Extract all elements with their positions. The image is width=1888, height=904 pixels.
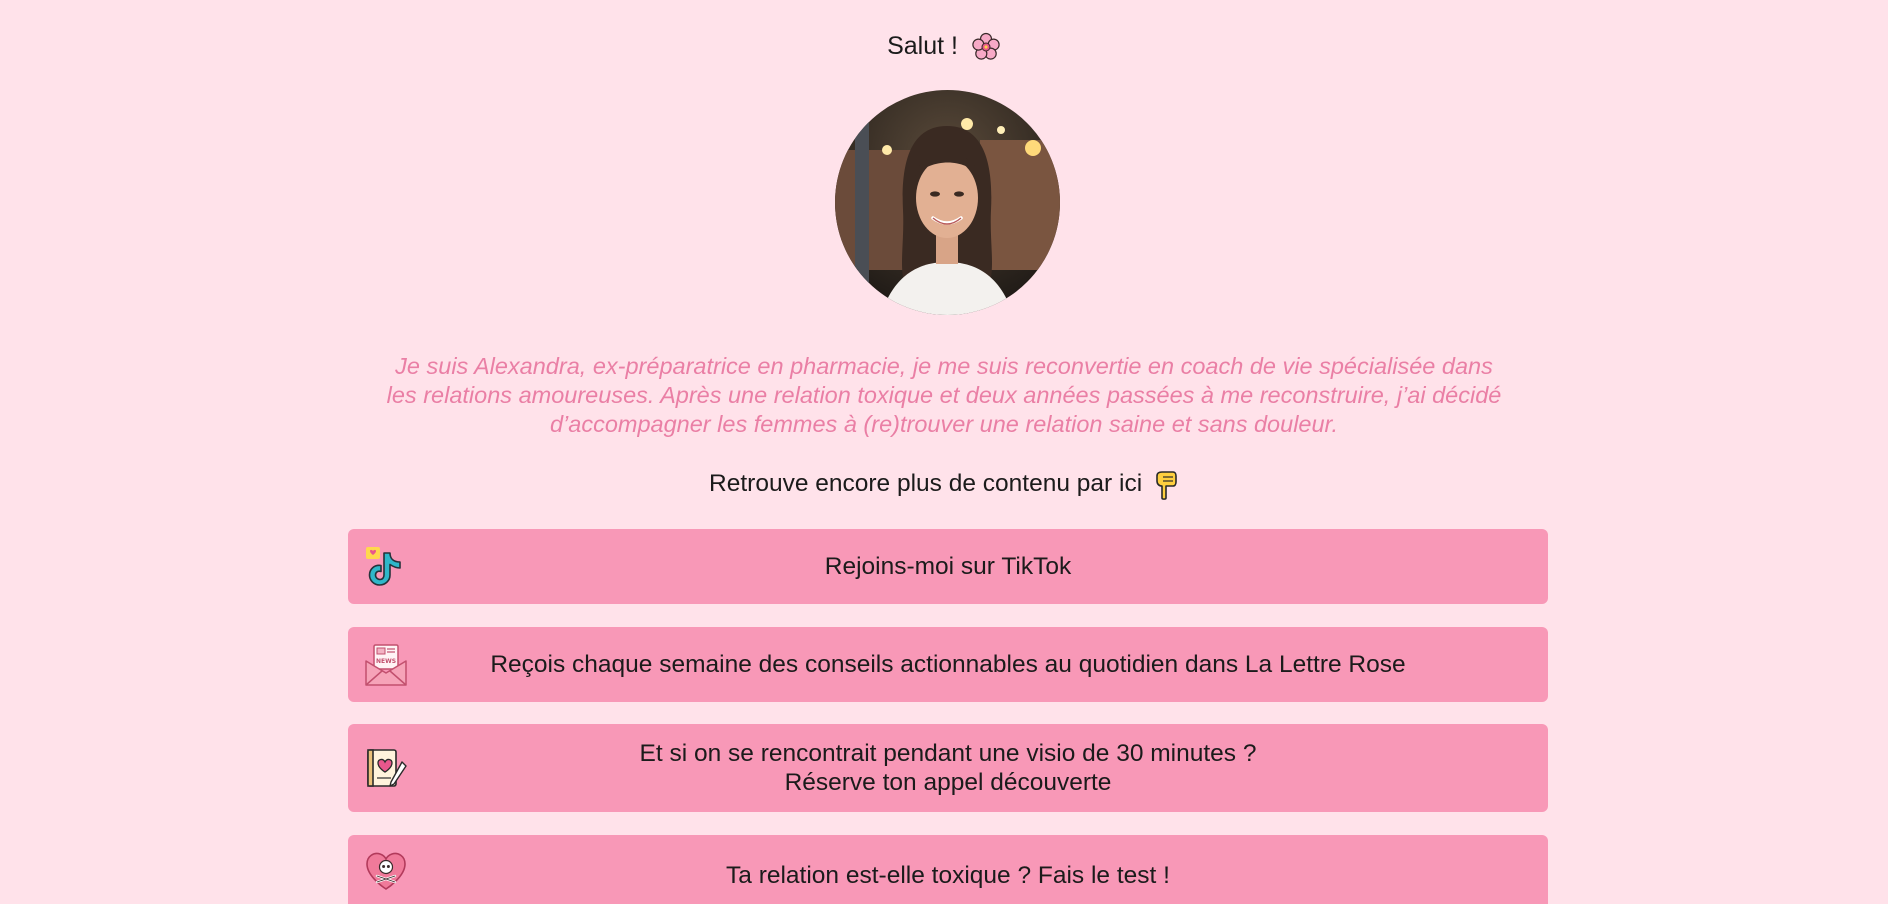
tiktok-link-label: Rejoins-moi sur TikTok (824, 553, 1072, 580)
link-in-bio-page: Salut ! Je suis Alexandra, ex-préparatri… (0, 0, 1888, 904)
greeting-text: Salut ! (887, 32, 958, 60)
newsletter-link-label: Reçois chaque semaine des conseils actio… (490, 651, 1406, 678)
discovery-call-link-button[interactable]: Et si on se rencontrait pendant une visi… (348, 724, 1548, 812)
cherry-blossom-icon (972, 33, 1000, 61)
toxic-test-link-button[interactable]: Ta relation est-elle toxique ? Fais le t… (348, 835, 1548, 904)
profile-photo (835, 90, 1060, 315)
more-content-heading: Retrouve encore plus de contenu par ici (0, 467, 1888, 501)
toxic-test-link-label: Ta relation est-elle toxique ? Fais le t… (726, 861, 1170, 889)
newsletter-icon: NEWS (365, 643, 407, 686)
tiktok-icon (366, 546, 401, 586)
toxic-heart-icon (366, 852, 406, 890)
more-content-text: Retrouve encore plus de contenu par ici (709, 470, 1143, 497)
svg-text:NEWS: NEWS (376, 658, 396, 665)
discovery-call-line2: Réserve ton appel découverte (784, 769, 1112, 796)
pointing-down-hand-icon (1156, 470, 1177, 500)
profile-avatar (835, 90, 1060, 315)
newsletter-link-button[interactable]: NEWS Reçois chaque semaine des conseils … (348, 627, 1548, 702)
tiktok-link-button[interactable]: Rejoins-moi sur TikTok (348, 529, 1548, 604)
discovery-call-line1: Et si on se rencontrait pendant une visi… (639, 740, 1257, 767)
discovery-call-link-label: Et si on se rencontrait pendant une visi… (640, 739, 1257, 797)
bio-text: Je suis Alexandra, ex-préparatrice en ph… (386, 353, 1502, 437)
greeting-heading: Salut ! (0, 28, 1888, 64)
notebook-heart-icon (367, 749, 407, 787)
